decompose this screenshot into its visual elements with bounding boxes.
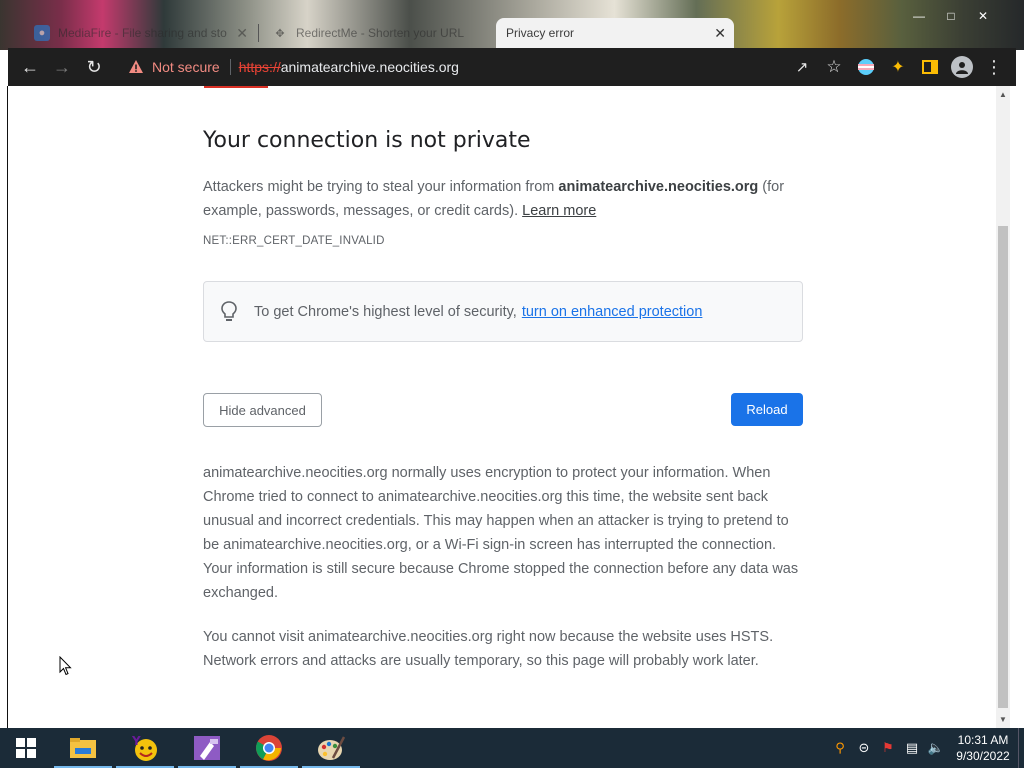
enhanced-protection-banner: To get Chrome's highest level of securit… [203, 281, 803, 342]
learn-more-link[interactable]: Learn more [522, 203, 596, 219]
enhanced-protection-link[interactable]: turn on enhanced protection [522, 304, 703, 320]
window-controls: — □ ✕ [906, 8, 996, 24]
side-panel-glyph [922, 60, 938, 74]
system-tray: ⚲ ⊝ ⚑ ▤ 🔈 10:31 AM 9/30/2022 [828, 728, 1024, 768]
vertical-scrollbar[interactable]: ▲ ▼ [996, 86, 1010, 728]
omnibox-separator [229, 59, 231, 75]
paint-icon [318, 736, 346, 760]
svg-text:Y: Y [131, 734, 141, 748]
person-icon [956, 62, 968, 74]
file-explorer-icon [70, 738, 96, 758]
start-button[interactable] [0, 728, 52, 768]
extensions-icon[interactable]: ✦ [882, 51, 914, 83]
taskbar-chrome[interactable] [238, 728, 300, 768]
intro-text: Attackers might be trying to steal your … [203, 175, 803, 223]
hsts-paragraph: You cannot visit animatearchive.neocitie… [203, 629, 774, 669]
extension-flag-icon[interactable] [850, 51, 882, 83]
error-code[interactable]: NET::ERR_CERT_DATE_INVALID [203, 235, 803, 247]
close-icon[interactable]: ✕ [236, 25, 248, 41]
close-icon[interactable]: ✕ [714, 25, 726, 41]
profile-avatar[interactable] [946, 51, 978, 83]
red-icon-edge [204, 86, 268, 88]
avatar [951, 56, 973, 78]
scroll-down-icon[interactable]: ▼ [999, 715, 1007, 724]
taskbar-file-explorer[interactable] [52, 728, 114, 768]
toolbar-right: ↗ ☆ ✦ ⋮ [786, 51, 1010, 83]
yahoo-messenger-icon: Y [131, 734, 157, 761]
volume-icon[interactable]: 🔈 [924, 728, 948, 768]
details-paragraph: animatearchive.neocities.org normally us… [203, 465, 799, 601]
bookmark-star-icon[interactable]: ☆ [818, 51, 850, 83]
redirectme-icon: ✥ [275, 27, 285, 40]
address-bar[interactable]: Not secure https:// animatearchive.neoci… [120, 53, 832, 81]
maximize-icon[interactable]: □ [938, 8, 964, 24]
scrollbar-thumb[interactable] [998, 226, 1008, 708]
minimize-icon[interactable]: — [906, 8, 932, 24]
action-center-flag-icon[interactable]: ⚑ [876, 728, 900, 768]
url-host: animatearchive.neocities.org [280, 59, 459, 75]
browser-toolbar: ← → ↻ Not secure https:// animatearchive… [8, 48, 1016, 86]
taskbar-yahoo-messenger[interactable]: Y [114, 728, 176, 768]
tab-title: Privacy error [506, 26, 575, 40]
intro-host: animatearchive.neocities.org [558, 179, 759, 195]
tab-mediafire[interactable]: ● MediaFire - File sharing and sto ✕ [24, 18, 256, 48]
chrome-icon [256, 735, 282, 761]
visual-studio-icon [194, 736, 220, 760]
tab-separator [258, 24, 259, 42]
windows-taskbar: Y ⚲ ⊝ ⚑ ▤ 🔈 10:31 AM 9/30/2022 [0, 728, 1024, 768]
security-status[interactable]: Not secure [152, 59, 220, 75]
window-left-edge [0, 86, 8, 728]
scroll-up-icon[interactable]: ▲ [999, 90, 1007, 99]
mouse-cursor-icon [59, 656, 72, 676]
tab-strip: ● MediaFire - File sharing and sto ✕ ✥ R… [8, 8, 1016, 48]
close-window-icon[interactable]: ✕ [970, 8, 996, 24]
minus-circle-icon[interactable]: ⊝ [852, 728, 876, 768]
pride-flag-icon [858, 59, 874, 75]
tab-title: MediaFire - File sharing and sto [58, 26, 227, 40]
intro-prefix: Attackers might be trying to steal your … [203, 179, 559, 195]
tab-title: RedirectMe - Shorten your URL [296, 26, 465, 40]
window-right-edge [1016, 86, 1024, 728]
taskbar-paint[interactable] [300, 728, 362, 768]
url-scheme: https:// [238, 59, 281, 75]
page-content: Your connection is not private Attackers… [8, 86, 996, 728]
mediafire-icon: ● [34, 25, 50, 41]
search-tray-icon[interactable]: ⚲ [828, 728, 852, 768]
network-icon[interactable]: ▤ [900, 728, 924, 768]
page-title: Your connection is not private [203, 128, 531, 153]
share-icon[interactable]: ↗ [786, 51, 818, 83]
enhanced-text: To get Chrome's highest level of securit… [254, 303, 517, 320]
screen: ● MediaFire - File sharing and sto ✕ ✥ R… [0, 0, 1024, 768]
reload-button[interactable]: Reload [731, 393, 803, 426]
lightbulb-icon [221, 300, 237, 321]
advanced-details: animatearchive.neocities.org normally us… [203, 461, 803, 673]
clock-date: 9/30/2022 [956, 749, 1010, 763]
side-panel-icon[interactable] [914, 51, 946, 83]
hide-advanced-button[interactable]: Hide advanced [203, 393, 322, 427]
clock-time: 10:31 AM [957, 733, 1009, 747]
system-clock[interactable]: 10:31 AM 9/30/2022 [948, 732, 1018, 764]
show-desktop-button[interactable] [1018, 728, 1024, 768]
tab-privacy-error[interactable]: Privacy error ✕ [496, 18, 734, 48]
menu-kebab-icon[interactable]: ⋮ [978, 51, 1010, 83]
tab-redirectme[interactable]: ✥ RedirectMe - Shorten your URL [262, 18, 492, 48]
button-row: Hide advanced Reload [203, 393, 803, 427]
windows-logo-icon [16, 738, 36, 758]
interstitial-body: Your connection is not private Attackers… [203, 128, 803, 673]
taskbar-visual-studio[interactable] [176, 728, 238, 768]
warning-icon [129, 60, 143, 73]
forward-icon[interactable]: → [46, 51, 78, 83]
back-icon[interactable]: ← [14, 51, 46, 83]
reload-icon[interactable]: ↻ [78, 51, 110, 83]
